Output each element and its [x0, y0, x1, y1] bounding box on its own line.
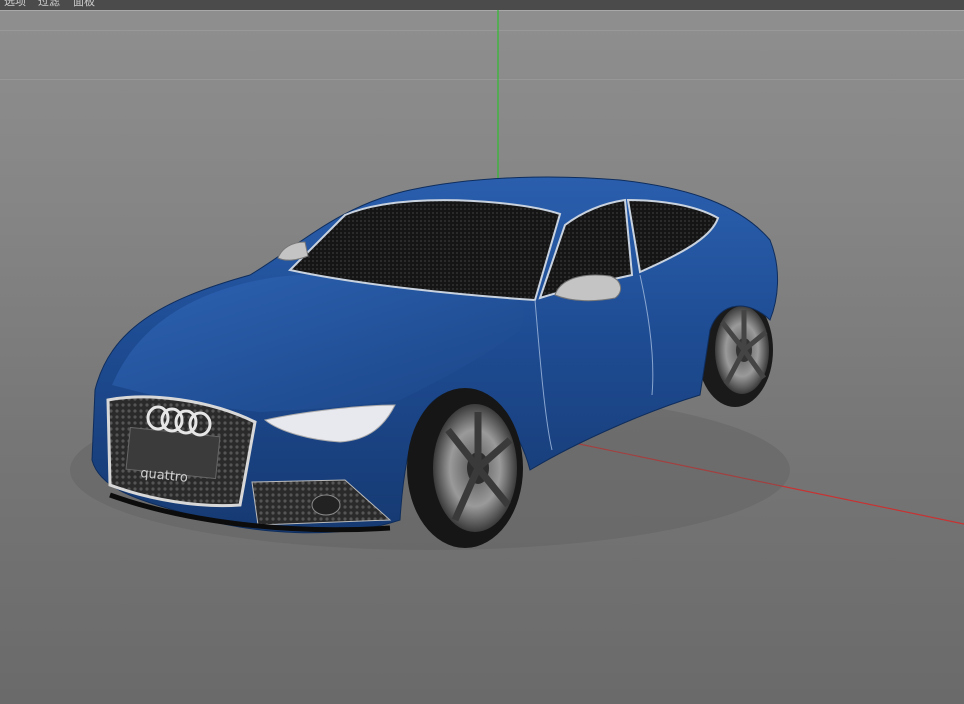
- front-wheel: [407, 388, 523, 548]
- 3d-viewport[interactable]: 选项 过滤 面板 quattro: [0, 0, 964, 704]
- scene-canvas[interactable]: quattro: [0, 0, 964, 704]
- side-mirror-left: [277, 241, 309, 261]
- fog-light: [311, 494, 341, 516]
